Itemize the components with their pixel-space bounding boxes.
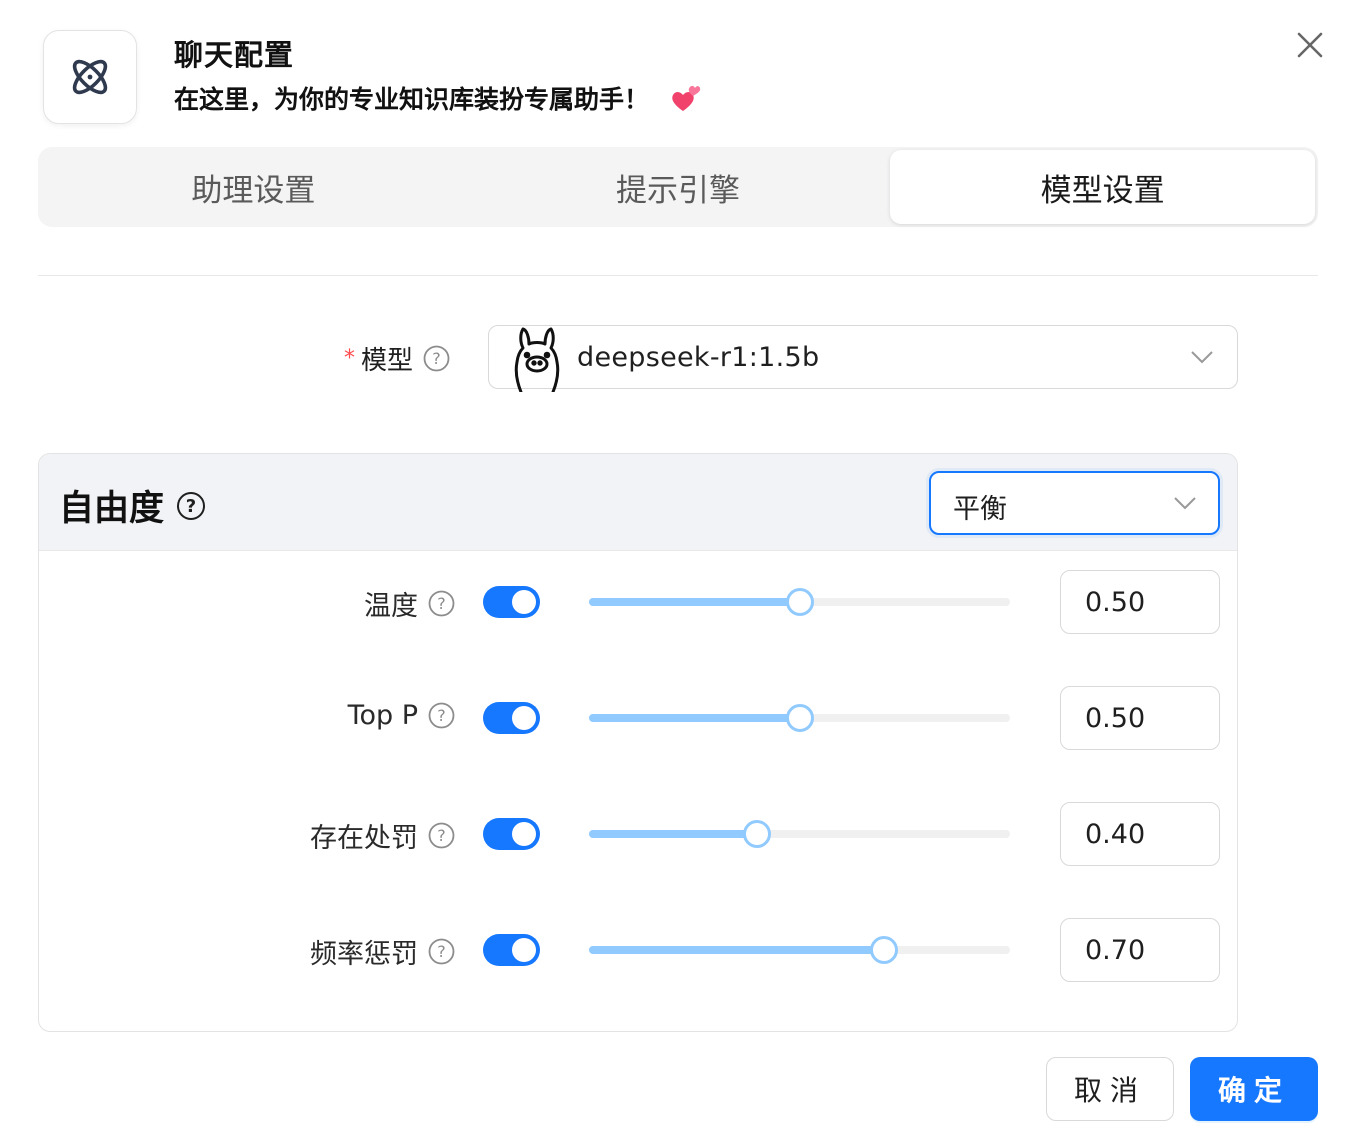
subtitle-text: 在这里，为你的专业知识库装扮专属助手！ (174, 85, 650, 114)
param-row-frequency-penalty: 频率惩罚 ? 0.70 (39, 918, 1237, 982)
llama-icon (514, 327, 560, 392)
help-icon[interactable]: ? (428, 590, 455, 617)
atom-icon (43, 30, 137, 124)
toggle-knob (512, 938, 536, 962)
close-icon (1297, 32, 1323, 58)
model-select-value: deepseek-r1:1.5b (577, 341, 820, 373)
param-number-input[interactable]: 0.70 (1060, 918, 1220, 982)
divider (38, 275, 1318, 276)
param-label: 温度 ? (364, 584, 455, 623)
slider-track (589, 598, 800, 606)
chevron-down-icon (1174, 497, 1196, 510)
param-slider[interactable] (589, 588, 1010, 616)
param-label-text: 温度 (364, 591, 418, 622)
dialog-subtitle: 在这里，为你的专业知识库装扮专属助手！ (174, 80, 701, 116)
two-hearts-icon (672, 85, 701, 111)
slider-track (589, 830, 758, 838)
close-button[interactable] (1292, 27, 1328, 63)
param-number-input[interactable]: 0.50 (1060, 570, 1220, 634)
cancel-button[interactable]: 取消 (1046, 1057, 1174, 1121)
svg-text:?: ? (432, 349, 441, 368)
help-icon[interactable]: ? (423, 345, 450, 372)
dialog-title: 聊天配置 (174, 38, 295, 72)
help-icon[interactable]: ? (176, 491, 206, 521)
svg-text:?: ? (186, 496, 196, 517)
toggle-knob (512, 822, 536, 846)
settings-tabs: 助理设置 提示引擎 模型设置 (38, 147, 1318, 227)
preset-select[interactable]: 平衡 (929, 471, 1220, 535)
slider-track (589, 714, 800, 722)
slider-handle[interactable] (785, 704, 814, 732)
svg-text:?: ? (437, 706, 446, 725)
param-toggle[interactable] (483, 702, 540, 734)
slider-handle[interactable] (869, 936, 898, 964)
slider-track (589, 946, 884, 954)
model-label-text: 模型 (361, 345, 414, 376)
param-label: Top P ? (348, 700, 455, 731)
param-label-text: 存在处罚 (310, 823, 418, 854)
tab-prompt-engine[interactable]: 提示引擎 (466, 150, 891, 224)
param-number-input[interactable]: 0.50 (1060, 686, 1220, 750)
confirm-button[interactable]: 确定 (1190, 1057, 1318, 1121)
chat-config-dialog: 聊天配置 在这里，为你的专业知识库装扮专属助手！ 助理设置 提示引擎 模型设置 … (0, 0, 1353, 1142)
param-toggle[interactable] (483, 818, 540, 850)
param-row-presence-penalty: 存在处罚 ? 0.40 (39, 802, 1237, 866)
toggle-knob (512, 590, 536, 614)
param-label: 频率惩罚 ? (310, 932, 455, 971)
param-label-text: Top P (347, 700, 418, 731)
freedom-card-header: 自由度 ? 平衡 (39, 454, 1237, 551)
svg-text:?: ? (437, 826, 446, 845)
freedom-title: 自由度 ? (59, 480, 206, 531)
required-mark: * (344, 345, 355, 371)
param-row-top-p: Top P ? 0.50 (39, 686, 1237, 750)
slider-handle[interactable] (785, 588, 814, 616)
help-icon[interactable]: ? (428, 822, 455, 849)
preset-select-value: 平衡 (953, 494, 1007, 525)
help-icon[interactable]: ? (428, 702, 455, 729)
chevron-down-icon (1191, 351, 1213, 364)
param-slider[interactable] (589, 704, 1010, 732)
model-select[interactable]: deepseek-r1:1.5b (488, 325, 1238, 392)
param-label: 存在处罚 ? (310, 816, 455, 855)
svg-text:?: ? (437, 594, 446, 613)
tab-model-settings[interactable]: 模型设置 (890, 150, 1316, 224)
param-label-text: 频率惩罚 (310, 939, 418, 970)
param-slider[interactable] (589, 820, 1010, 848)
model-field-label: * 模型 ? (344, 338, 450, 378)
param-slider[interactable] (589, 936, 1010, 964)
slider-handle[interactable] (743, 820, 772, 848)
toggle-knob (512, 706, 536, 730)
svg-text:?: ? (437, 942, 446, 961)
freedom-card: 自由度 ? 平衡 温度 ? 0.50 Top P ? 0.50 存在处罚 ? 0… (38, 453, 1238, 1032)
param-number-input[interactable]: 0.40 (1060, 802, 1220, 866)
param-row-temperature: 温度 ? 0.50 (39, 570, 1237, 634)
tab-assistant-settings[interactable]: 助理设置 (41, 150, 466, 224)
param-toggle[interactable] (483, 934, 540, 966)
param-toggle[interactable] (483, 586, 540, 618)
freedom-title-text: 自由度 (59, 489, 165, 529)
help-icon[interactable]: ? (428, 938, 455, 965)
